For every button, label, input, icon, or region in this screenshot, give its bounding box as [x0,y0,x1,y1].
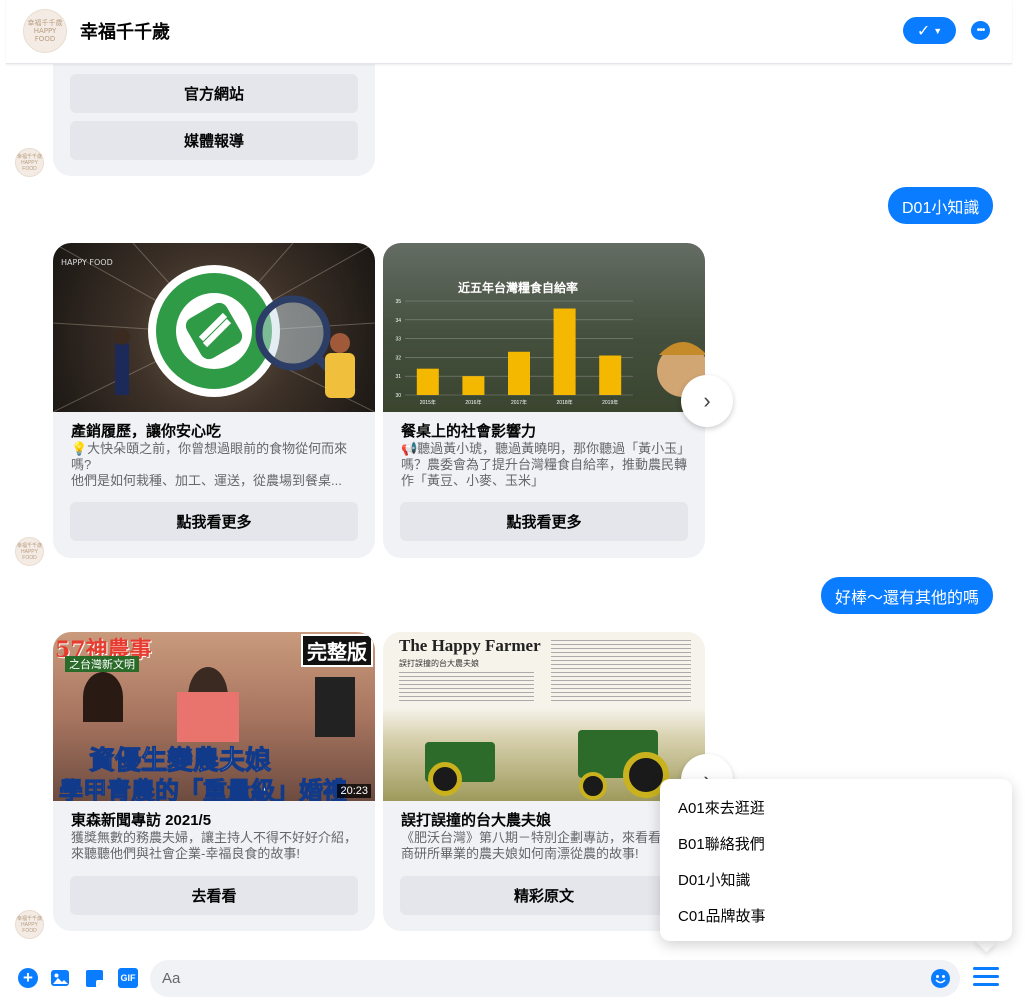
person-figure [315,677,355,737]
bot-avatar: 幸福千千歲 HAPPY FOOD [15,910,44,939]
person-figure [83,672,123,722]
carousel-card: The Happy Farmer 誤打誤撞的台大農夫娘 誤打誤撞的台大農夫娘 《… [383,632,705,931]
tractor-wheel [579,772,607,800]
more-options-icon[interactable]: ••• [971,21,990,40]
go-see-button[interactable]: 去看看 [70,876,358,915]
official-site-button[interactable]: 官方網站 [70,74,358,113]
message-input[interactable] [162,960,922,997]
card-image-tap[interactable]: HAPPY FOOD [53,243,375,412]
card-image-news[interactable]: 57神農事 之台灣新文明 完整版 資優生變農夫娘 學甲青農的「重量級」婚禮 20… [53,632,375,801]
card-image-magazine[interactable]: The Happy Farmer 誤打誤撞的台大農夫娘 [383,632,705,801]
menu-item-a01[interactable]: A01來去逛逛 [678,797,765,818]
page-title[interactable]: 幸福千千歲 [80,18,170,44]
chevron-right-icon: › [703,388,711,413]
text-block [399,672,534,702]
y-tick-label: 30 [395,393,401,399]
sticker-icon[interactable] [84,968,104,988]
self-sufficiency-chart: 近五年台灣糧食自給率 30 31 32 33 34 35 2015年 2016年 2017年 2… [383,243,705,412]
quick-reply-menu: A01來去逛逛 B01聯絡我們 D01小知識 C01品牌故事 [660,779,1012,941]
card-title: 產銷履歷，讓你安心吃 [71,423,222,440]
message-input-box[interactable] [150,960,960,997]
chart-bar [599,355,622,395]
magazine-subtitle: 誤打誤撞的台大農夫娘 [399,659,479,668]
card-title: 餐桌上的社會影響力 [401,423,537,440]
text-block [551,640,691,704]
gif-label: GIF [120,973,136,983]
logo-text: 幸福千千歲 HAPPY FOOD [27,19,63,43]
y-tick-label: 31 [395,374,401,380]
emoji-icon[interactable] [931,969,950,988]
card-title: 誤打誤撞的台大農夫娘 [401,812,552,829]
news-caption-sub: 之台灣新文明 [65,656,139,672]
chat-header: 幸福千千歲 HAPPY FOOD 幸福千千歲 ✓ ▼ ••• [6,0,1012,64]
carousel-card: 57神農事 之台灣新文明 完整版 資優生變農夫娘 學甲青農的「重量級」婚禮 20… [53,632,375,931]
magazine-title: The Happy Farmer [399,636,541,655]
y-tick-label: 33 [395,337,401,343]
user-message: 好棒～還有其他的嗎 [821,577,994,614]
see-more-button[interactable]: 點我看更多 [70,502,358,541]
user-message: D01小知識 [888,187,994,224]
x-tick-label: 2018年 [557,399,573,406]
add-icon[interactable]: + [18,968,38,988]
x-tick-label: 2016年 [465,399,481,406]
video-duration: 20:23 [337,784,371,798]
person-figure [177,692,239,742]
carousel-card: HAPPY FOOD 產銷履歷，讓你安心吃 💡大快朵頤之前，你曾想過眼前的食物從… [53,243,375,558]
done-dropdown-button[interactable]: ✓ ▼ [903,17,956,44]
x-tick-label: 2019年 [602,399,618,406]
check-icon: ✓ [916,22,931,40]
y-tick-label: 34 [395,318,401,324]
card-description: 💡大快朵頤之前，你曾想過眼前的食物從何而來嗎? 他們是如何栽種、加工、運送，從農… [71,441,348,488]
menu-item-c01[interactable]: C01品牌故事 [678,905,766,926]
x-tick-label: 2017年 [511,399,527,406]
bot-avatar: 幸福千千歲 HAPPY FOOD [15,148,44,177]
chart-title: 近五年台灣糧食自給率 [458,280,578,295]
card-description: 📢聽過黃小琥，聽過黃曉明，那你聽過「黃小玉」嗎？農委會為了提升台灣糧食自給率，推… [401,441,691,488]
x-tick-label: 2015年 [420,399,436,406]
photo-icon[interactable] [50,968,70,988]
news-badge: 完整版 [301,634,373,667]
menu-item-b01[interactable]: B01聯絡我們 [678,833,765,854]
chevron-down-icon: ▼ [933,25,943,36]
svg-text:HAPPY FOOD: HAPPY FOOD [61,258,113,267]
tap-illustration: HAPPY FOOD [53,243,375,412]
y-tick-label: 35 [395,299,401,305]
chart-bar [462,376,485,395]
logo-text: 幸福千千歲 HAPPY FOOD [16,153,42,172]
menu-item-d01[interactable]: D01小知識 [678,869,751,890]
carousel-card: 近五年台灣糧食自給率 30 31 32 33 34 35 2015年 2016年 2017年 2… [383,243,705,558]
card-title: 東森新聞專訪 2021/5 [71,812,212,829]
chart-bar [553,308,576,395]
tractor-wheel [428,762,462,796]
read-original-button[interactable]: 精彩原文 [400,876,688,915]
y-tick-label: 32 [395,355,401,361]
see-more-button[interactable]: 點我看更多 [400,502,688,541]
logo-text: 幸福千千歲 HAPPY FOOD [16,915,42,934]
chart-bar [508,351,530,395]
page-avatar[interactable]: 幸福千千歲 HAPPY FOOD [23,9,67,53]
card-image-chart[interactable]: 近五年台灣糧食自給率 30 31 32 33 34 35 2015年 2016年 2017年 2… [383,243,705,412]
menu-icon[interactable] [973,966,999,988]
card-description: 獲獎無數的務農夫婦，讓主持人不得不好好介紹，來聽聽他們與社會企業-幸福良食的故事… [71,830,358,861]
carousel-next-button[interactable]: › [681,375,733,427]
news-headline-2: 學甲青農的「重量級」婚禮 [59,778,348,802]
bot-avatar: 幸福千千歲 HAPPY FOOD [15,537,44,566]
chart-bar [416,368,439,395]
logo-text: 幸福千千歲 HAPPY FOOD [16,542,42,561]
gif-icon[interactable]: GIF [118,968,138,988]
card-description: 《肥沃台灣》第八期－特別企劃專訪，來看看台大商研所畢業的農夫娘如何南漂從農的故事… [401,830,688,861]
media-report-button[interactable]: 媒體報導 [70,121,358,160]
